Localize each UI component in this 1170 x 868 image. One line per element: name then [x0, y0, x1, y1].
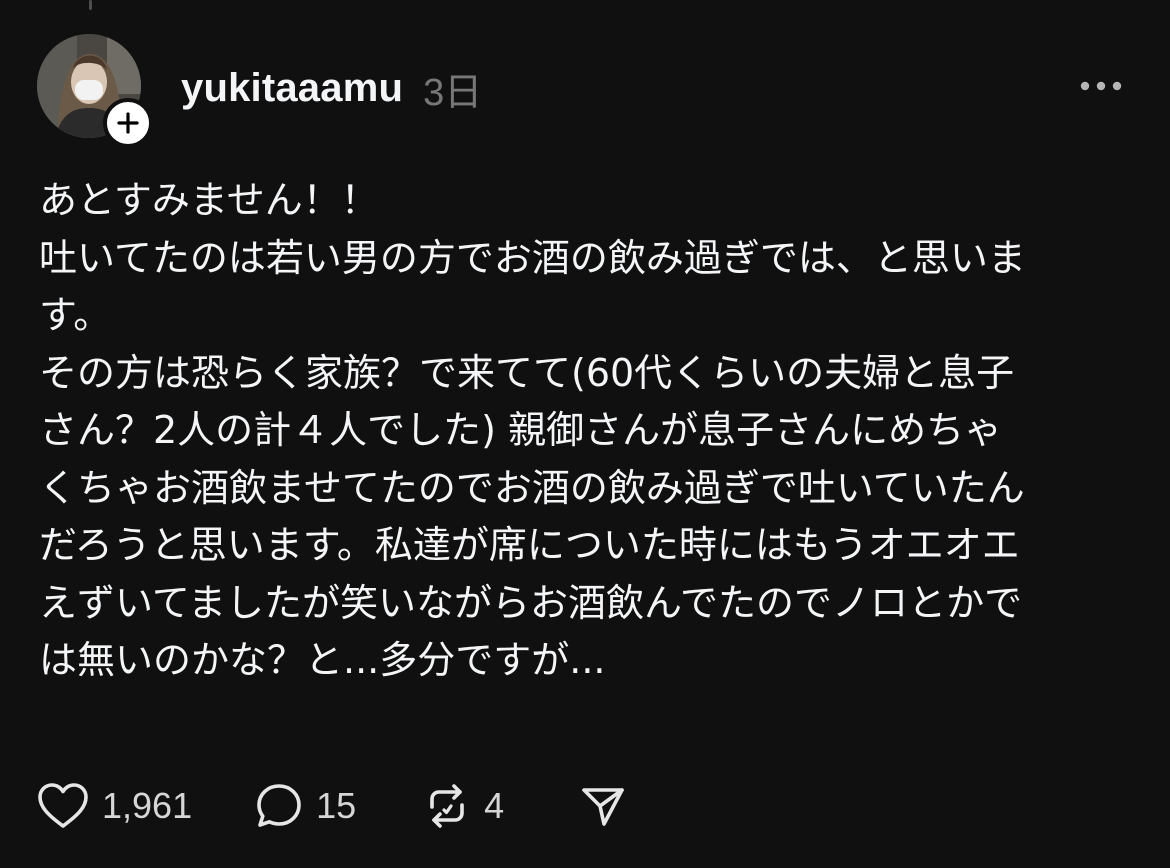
author-avatar-container[interactable]	[37, 34, 153, 148]
thread-connector-line	[89, 0, 92, 10]
post-text-line: は無いのかな？と...多分ですが...	[39, 638, 606, 682]
post-text-line: えずいてましたが笑いながらお酒飲んでたのでノロとかで	[39, 580, 1023, 625]
like-count: 1,961	[102, 785, 193, 826]
plus-icon	[117, 112, 139, 134]
post-text-line: さん？2人の計４人でした) 親御さんが息子さんにめちゃ	[39, 408, 1003, 452]
post-text-line: くちゃお酒飲ませてたのでお酒の飲み過ぎで吐いていたん	[39, 465, 1025, 510]
post-timestamp: 3日	[423, 71, 483, 114]
comment-bubble-icon	[257, 784, 301, 827]
post-text-line: その方は恐らく家族？で来てて(60代くらいの夫婦と息子	[39, 350, 1015, 395]
post-text: あとすみません！！ 吐いてたのは若い男の方でお酒の飲み過ぎでは、と思いま す。 …	[39, 172, 1139, 690]
post-header: yukitaaamu 3日	[181, 58, 482, 118]
follow-button[interactable]	[103, 98, 153, 148]
repost-button[interactable]: 4	[422, 781, 504, 831]
author-username[interactable]: yukitaaamu	[181, 66, 403, 111]
repost-count: 4	[484, 785, 505, 826]
post-text-line: あとすみません！！	[39, 178, 379, 222]
post-text-line: す。	[39, 293, 112, 337]
reply-button[interactable]: 15	[254, 781, 356, 831]
more-horizontal-icon	[1080, 81, 1122, 91]
post-actions-bar: 1,961 15 4	[36, 776, 628, 836]
like-button[interactable]: 1,961	[36, 781, 192, 831]
post-text-line: 吐いてたのは若い男の方でお酒の飲み過ぎでは、と思いま	[39, 235, 1026, 280]
heart-icon	[38, 783, 88, 828]
reply-count: 15	[316, 785, 357, 826]
send-icon	[582, 788, 624, 826]
repost-icon	[430, 784, 464, 828]
more-options-button[interactable]	[1076, 66, 1126, 106]
share-button[interactable]	[578, 781, 628, 831]
post-text-line: だろうと思います。私達が席についた時にはもうオエオエ	[39, 523, 1020, 567]
